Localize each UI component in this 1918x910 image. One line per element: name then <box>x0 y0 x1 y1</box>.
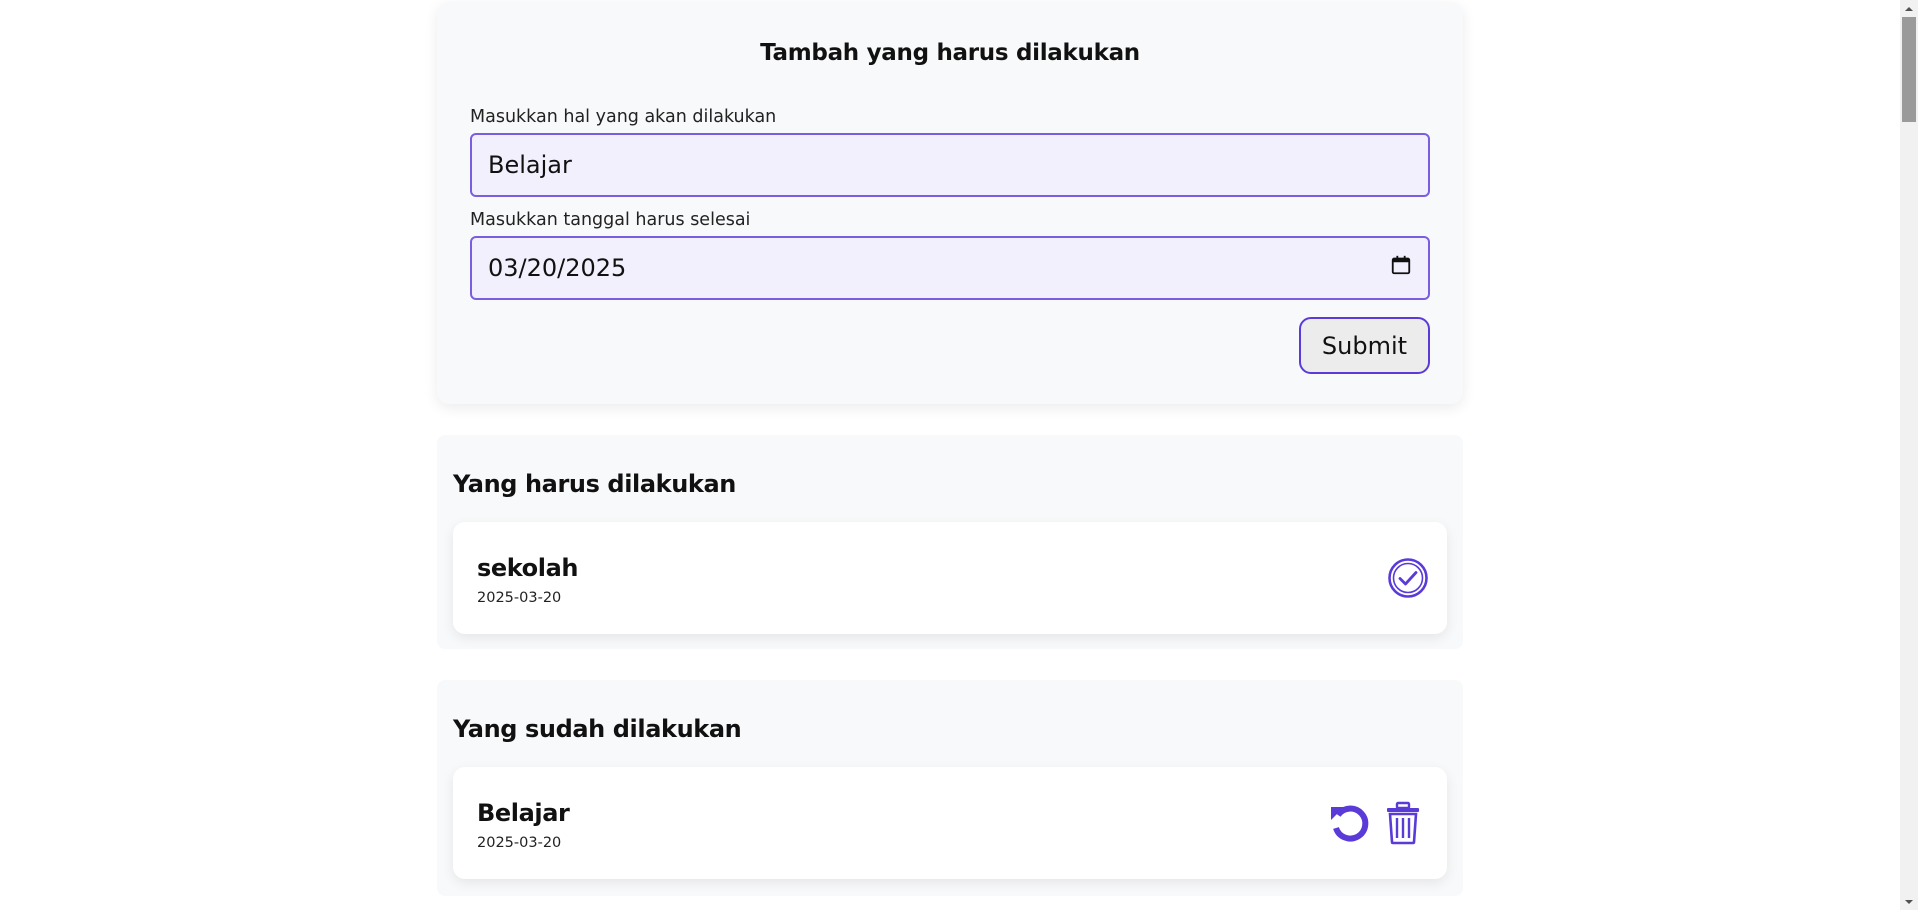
scroll-thumb[interactable] <box>1902 17 1916 122</box>
task-input-value: Belajar <box>488 151 572 179</box>
trash-icon[interactable] <box>1385 801 1421 845</box>
scroll-up-arrow-icon[interactable] <box>1900 0 1918 17</box>
todo-item: sekolah 2025-03-20 <box>453 522 1447 634</box>
task-label: Masukkan hal yang akan dilakukan <box>470 107 777 127</box>
done-item-date: 2025-03-20 <box>477 835 562 851</box>
todo-item-date: 2025-03-20 <box>477 590 562 606</box>
add-todo-form: Tambah yang harus dilakukan Masukkan hal… <box>437 2 1463 404</box>
check-circle-icon[interactable] <box>1387 557 1429 599</box>
todo-section-title: Yang harus dilakukan <box>453 470 736 498</box>
undo-icon[interactable] <box>1327 801 1371 845</box>
vertical-scrollbar[interactable] <box>1900 0 1918 910</box>
scroll-down-arrow-icon[interactable] <box>1900 893 1918 910</box>
done-section-title: Yang sudah dilakukan <box>453 715 742 743</box>
todo-item-title: sekolah <box>477 554 579 582</box>
date-input[interactable]: 03/20/2025 <box>470 236 1430 300</box>
done-item: Belajar 2025-03-20 <box>453 767 1447 879</box>
date-input-value: 03/20/2025 <box>488 254 627 282</box>
page: Tambah yang harus dilakukan Masukkan hal… <box>0 0 1900 910</box>
date-label: Masukkan tanggal harus selesai <box>470 210 751 230</box>
todo-section: Yang harus dilakukan sekolah 2025-03-20 <box>437 435 1463 649</box>
task-input[interactable]: Belajar <box>470 133 1430 197</box>
done-item-title: Belajar <box>477 799 570 827</box>
done-section: Yang sudah dilakukan Belajar 2025-03-20 <box>437 680 1463 896</box>
submit-button[interactable]: Submit <box>1299 317 1430 374</box>
form-title: Tambah yang harus dilakukan <box>760 40 1140 66</box>
calendar-icon[interactable] <box>1390 254 1412 282</box>
